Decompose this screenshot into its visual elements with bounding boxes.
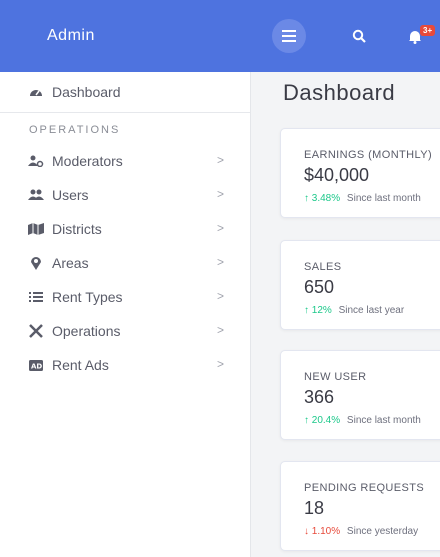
card-label: EARNINGS (MONTHLY): [304, 149, 433, 161]
chevron-right-icon: >: [217, 323, 225, 337]
card-note: Since last month: [346, 415, 421, 426]
card-note: Since yesterday: [346, 526, 419, 537]
sidebar-item-districts[interactable]: Districts >: [0, 213, 250, 245]
card-note: Since last year: [338, 305, 405, 316]
card-footer: ↑ 12% Since last year: [304, 305, 404, 316]
chevron-right-icon: >: [217, 255, 225, 269]
tachometer-icon: [28, 84, 44, 100]
sidebar-item-users[interactable]: Users >: [0, 179, 250, 211]
chevron-right-icon: >: [217, 357, 225, 371]
sidebar-item-label: Areas: [52, 255, 89, 271]
sidebar-item-dashboard[interactable]: Dashboard: [0, 72, 250, 112]
stat-card-earnings: EARNINGS (MONTHLY) $40,000 ↑ 3.48% Since…: [280, 128, 440, 218]
chevron-right-icon: >: [217, 153, 225, 167]
sidebar-item-label: Districts: [52, 221, 102, 237]
stat-card-new-user: NEW USER 366 ↑ 20.4% Since last month: [280, 350, 440, 440]
map-icon: [28, 221, 44, 237]
section-heading: OPERATIONS: [29, 124, 121, 136]
chevron-right-icon: >: [217, 187, 225, 201]
arrow-up-icon: ↑: [304, 305, 309, 316]
sidebar-item-rent-ads[interactable]: AD Rent Ads >: [0, 349, 250, 381]
menu-toggle-button[interactable]: [272, 19, 306, 53]
card-value: 18: [304, 498, 325, 518]
card-value: $40,000: [304, 165, 370, 185]
sidebar-item-label: Users: [52, 187, 89, 203]
card-value: 366: [304, 387, 335, 407]
divider: [0, 112, 250, 113]
list-icon: [28, 289, 44, 305]
search-icon: [352, 29, 366, 43]
brand[interactable]: Admin: [0, 0, 250, 72]
card-label: NEW USER: [304, 371, 367, 383]
map-marker-icon: [28, 255, 44, 271]
svg-text:AD: AD: [31, 362, 42, 370]
card-footer: ↑ 20.4% Since last month: [304, 415, 421, 426]
sidebar-item-operations[interactable]: Operations >: [0, 315, 250, 347]
sidebar-item-areas[interactable]: Areas >: [0, 247, 250, 279]
users-icon: [28, 187, 44, 203]
stat-card-pending-requests: PENDING REQUESTS 18 ↓ 1.10% Since yester…: [280, 461, 440, 551]
notification-badge: 3+: [420, 25, 436, 36]
sidebar-item-rent-types[interactable]: Rent Types >: [0, 281, 250, 313]
card-note: Since last month: [346, 193, 421, 204]
card-change: 20.4%: [311, 415, 341, 426]
sidebar-item-label: Operations: [52, 323, 121, 339]
brand-label: Admin: [47, 27, 95, 44]
card-change: 12%: [311, 305, 332, 316]
chevron-right-icon: >: [217, 221, 225, 235]
sidebar: Admin Dashboard OPERATIONS Moderators > …: [0, 0, 251, 557]
sidebar-item-label: Rent Ads: [52, 357, 109, 373]
page-title: Dashboard: [283, 80, 396, 105]
sidebar-item-label: Dashboard: [52, 84, 121, 100]
users-cog-icon: [28, 153, 44, 169]
card-value: 650: [304, 277, 335, 297]
arrow-up-icon: ↑: [304, 415, 309, 426]
card-change: 3.48%: [311, 193, 341, 204]
tools-icon: [28, 323, 44, 339]
card-label: PENDING REQUESTS: [304, 482, 425, 494]
chevron-right-icon: >: [217, 289, 225, 303]
sidebar-item-label: Moderators: [52, 153, 123, 169]
card-label: SALES: [304, 261, 342, 273]
stat-card-sales: SALES 650 ↑ 12% Since last year: [280, 240, 440, 330]
ad-icon: AD: [28, 357, 44, 373]
card-change: 1.10%: [311, 526, 341, 537]
hamburger-icon: [282, 30, 296, 42]
card-footer: ↑ 3.48% Since last month: [304, 193, 421, 204]
sidebar-item-moderators[interactable]: Moderators >: [0, 145, 250, 177]
arrow-up-icon: ↑: [304, 193, 309, 204]
search-button[interactable]: [351, 28, 367, 44]
sidebar-item-label: Rent Types: [52, 289, 123, 305]
arrow-down-icon: ↓: [304, 526, 309, 537]
card-footer: ↓ 1.10% Since yesterday: [304, 526, 418, 537]
